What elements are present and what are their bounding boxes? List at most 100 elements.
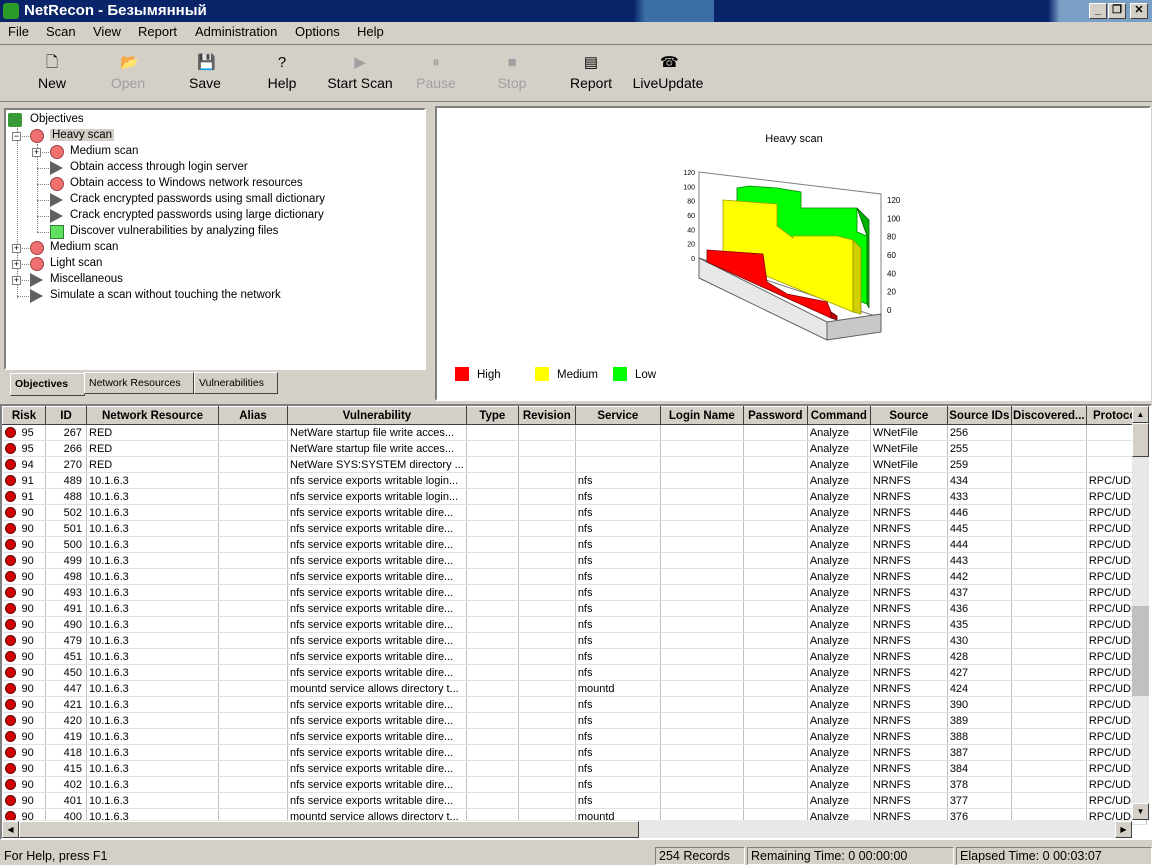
- tree-item-login-server[interactable]: Obtain access through login server: [50, 160, 410, 176]
- menu-report[interactable]: Report: [138, 24, 177, 39]
- tree-root[interactable]: Objectives: [8, 112, 208, 128]
- tree-item-medium-scan-sub[interactable]: + Medium scan: [32, 144, 412, 160]
- column-header[interactable]: Source IDs: [946, 406, 1012, 425]
- table-row[interactable]: 90 451 10.1.6.3 nfs service exports writabl…: [2, 648, 1147, 665]
- tab-network-resources[interactable]: Network Resources: [84, 372, 194, 394]
- tree-item-crack-small[interactable]: Crack encrypted passwords using small di…: [50, 192, 410, 208]
- risk-value: 90: [21, 522, 34, 535]
- stop-button[interactable]: ■ Stop: [475, 49, 549, 101]
- menu-administration[interactable]: Administration: [195, 24, 277, 39]
- table-cell: nfs: [575, 472, 661, 489]
- column-header[interactable]: Revision: [517, 406, 576, 425]
- column-header[interactable]: Risk: [2, 406, 46, 425]
- menu-scan[interactable]: Scan: [46, 24, 76, 39]
- table-row[interactable]: 90 418 10.1.6.3 nfs service exports writabl…: [2, 744, 1147, 761]
- risk-value: 90: [21, 618, 34, 631]
- pause-button[interactable]: ⏸ Pause: [399, 49, 473, 101]
- y-tick-label-right: 100: [887, 214, 901, 223]
- collapse-icon[interactable]: −: [12, 132, 21, 141]
- table-row[interactable]: 90 420 10.1.6.3 nfs service exports writabl…: [2, 712, 1147, 729]
- expand-icon[interactable]: +: [32, 148, 41, 157]
- column-header[interactable]: Alias: [218, 406, 288, 425]
- tree-item-medium-scan[interactable]: + Medium scan: [12, 240, 392, 256]
- minimize-button[interactable]: _: [1089, 3, 1107, 19]
- tree-item-label: Medium scan: [70, 145, 139, 157]
- report-button[interactable]: ▤ Report: [554, 49, 628, 101]
- tree-item-heavy-scan[interactable]: − Heavy scan: [12, 128, 412, 144]
- table-cell: [743, 504, 808, 521]
- table-cell: [518, 728, 576, 745]
- menu-help[interactable]: Help: [357, 24, 384, 39]
- table-row[interactable]: 90 450 10.1.6.3 nfs service exports writabl…: [2, 664, 1147, 681]
- column-header[interactable]: Login Name: [659, 406, 744, 425]
- table-cell: 10.1.6.3: [86, 600, 219, 617]
- expand-icon[interactable]: +: [12, 244, 21, 253]
- menu-file[interactable]: File: [8, 24, 29, 39]
- scroll-up-arrow-icon[interactable]: ▲: [1132, 406, 1149, 423]
- liveupdate-button[interactable]: ☎ LiveUpdate: [628, 49, 708, 101]
- expand-icon[interactable]: +: [12, 260, 21, 269]
- tree-item-windows-resources[interactable]: Obtain access to Windows network resourc…: [50, 176, 410, 192]
- horizontal-scroll-thumb[interactable]: [19, 821, 639, 838]
- table-row[interactable]: 91 488 10.1.6.3 nfs service exports writabl…: [2, 488, 1147, 505]
- scroll-down-arrow-icon[interactable]: ▼: [1132, 803, 1149, 820]
- table-cell: [218, 632, 288, 649]
- table-cell: 10.1.6.3: [86, 472, 219, 489]
- table-row[interactable]: 90 419 10.1.6.3 nfs service exports writabl…: [2, 728, 1147, 745]
- tree-item-miscellaneous[interactable]: + Miscellaneous: [12, 272, 392, 288]
- table-row[interactable]: 90 502 10.1.6.3 nfs service exports writabl…: [2, 504, 1147, 521]
- column-header[interactable]: Service: [574, 406, 661, 425]
- table-row[interactable]: 90 415 10.1.6.3 nfs service exports writabl…: [2, 760, 1147, 777]
- table-row[interactable]: 94 270 RED NetWare SYS:SYSTEM directory ...…: [2, 456, 1147, 473]
- column-header[interactable]: Password: [742, 406, 808, 425]
- open-button[interactable]: 📂 Open: [91, 49, 165, 101]
- help-button[interactable]: ? Help: [245, 49, 319, 101]
- menu-view[interactable]: View: [93, 24, 121, 39]
- table-row[interactable]: 90 402 10.1.6.3 nfs service exports writabl…: [2, 776, 1147, 793]
- menu-options[interactable]: Options: [295, 24, 340, 39]
- vertical-scrollbar[interactable]: ▲ ▼: [1132, 406, 1149, 820]
- scroll-thumb[interactable]: [1132, 423, 1149, 457]
- column-header[interactable]: Vulnerability: [287, 406, 467, 425]
- tree-item-simulate[interactable]: Simulate a scan without touching the net…: [12, 288, 412, 304]
- column-header[interactable]: Command: [806, 406, 871, 425]
- tree-item-analyze-files[interactable]: Discover vulnerabilities by analyzing fi…: [50, 224, 410, 240]
- table-cell: [466, 616, 519, 633]
- table-row[interactable]: 90 490 10.1.6.3 nfs service exports writabl…: [2, 616, 1147, 633]
- tree-item-light-scan[interactable]: + Light scan: [12, 256, 392, 272]
- tab-objectives[interactable]: Objectives: [10, 373, 85, 396]
- table-row[interactable]: 90 491 10.1.6.3 nfs service exports writabl…: [2, 600, 1147, 617]
- table-row[interactable]: 90 500 10.1.6.3 nfs service exports writabl…: [2, 536, 1147, 553]
- column-header[interactable]: ID: [45, 406, 87, 425]
- table-row[interactable]: 90 493 10.1.6.3 nfs service exports writabl…: [2, 584, 1147, 601]
- table-cell: 270: [45, 456, 87, 473]
- scroll-right-arrow-icon[interactable]: ▶: [1115, 821, 1132, 838]
- table-row[interactable]: 90 447 10.1.6.3 mountd service allows direc…: [2, 680, 1147, 697]
- tree-item-crack-large[interactable]: Crack encrypted passwords using large di…: [50, 208, 410, 224]
- expand-icon[interactable]: +: [12, 276, 21, 285]
- horizontal-scrollbar[interactable]: ◀ ▶: [2, 820, 1132, 838]
- column-header[interactable]: Network Resource: [86, 406, 219, 425]
- start-scan-button[interactable]: ▶ Start Scan: [322, 49, 398, 101]
- restore-button[interactable]: ❐: [1108, 3, 1126, 19]
- table-row[interactable]: 90 479 10.1.6.3 nfs service exports writabl…: [2, 632, 1147, 649]
- table-row[interactable]: 91 489 10.1.6.3 nfs service exports writabl…: [2, 472, 1147, 489]
- table-cell: nfs: [575, 536, 661, 553]
- toolbar: 🗋 New 📂 Open 💾 Save ? Help ▶ Start Scan ⏸ Paus…: [0, 44, 1152, 102]
- scroll-left-arrow-icon[interactable]: ◀: [2, 821, 19, 838]
- table-row[interactable]: 90 401 10.1.6.3 nfs service exports writabl…: [2, 792, 1147, 809]
- column-header[interactable]: Type: [465, 406, 519, 425]
- tab-vulnerabilities[interactable]: Vulnerabilities: [194, 372, 278, 394]
- save-button[interactable]: 💾 Save: [168, 49, 242, 101]
- table-row[interactable]: 90 498 10.1.6.3 nfs service exports writabl…: [2, 568, 1147, 585]
- column-header[interactable]: Source: [869, 406, 948, 425]
- table-row[interactable]: 95 267 RED NetWare startup file write acces…: [2, 424, 1147, 441]
- table-row[interactable]: 95 266 RED NetWare startup file write acces…: [2, 440, 1147, 457]
- table-row[interactable]: 90 421 10.1.6.3 nfs service exports writabl…: [2, 696, 1147, 713]
- close-button[interactable]: ✕: [1130, 3, 1148, 19]
- table-row[interactable]: 90 501 10.1.6.3 nfs service exports writabl…: [2, 520, 1147, 537]
- column-header[interactable]: Discovered...: [1010, 406, 1087, 425]
- table-cell: [1011, 600, 1087, 617]
- table-row[interactable]: 90 499 10.1.6.3 nfs service exports writabl…: [2, 552, 1147, 569]
- new-button[interactable]: 🗋 New: [15, 49, 89, 101]
